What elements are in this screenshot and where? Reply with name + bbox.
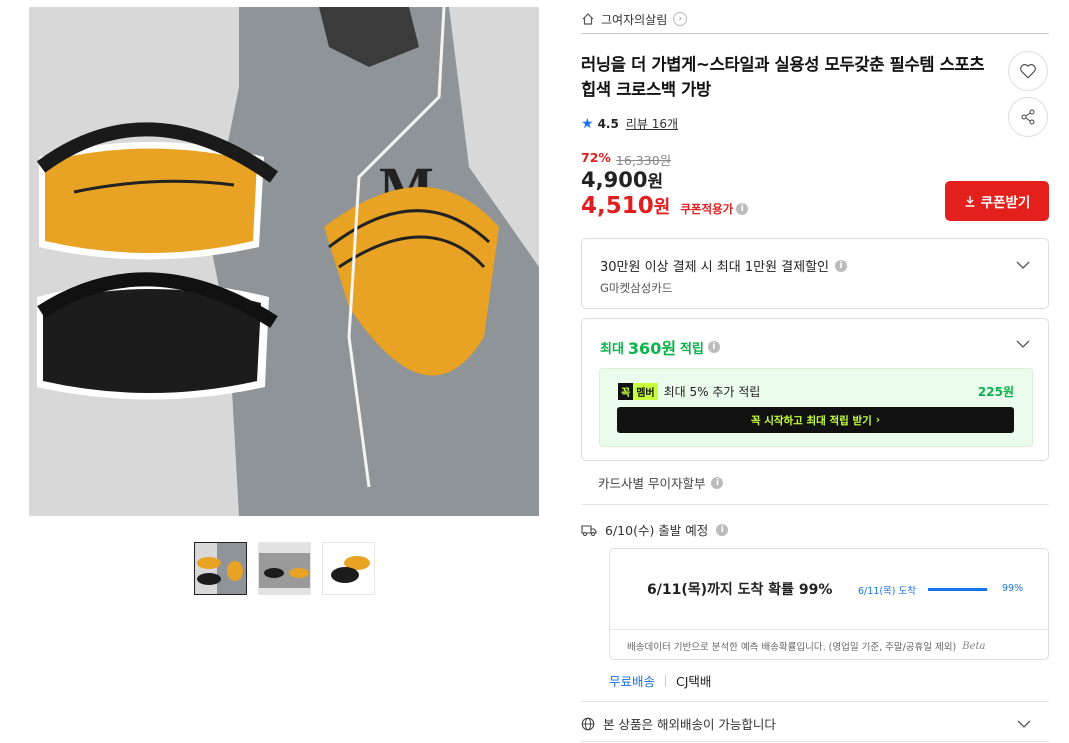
chevron-down-icon[interactable] [1016,258,1030,272]
points-suffix: 적립 [680,341,704,357]
thumbnail-2[interactable] [258,542,311,595]
info-icon[interactable]: i [707,341,720,353]
globe-icon [581,717,595,730]
coupon-download-button[interactable]: 쿠폰받기 [945,181,1049,221]
sale-price: 4,900원 [581,167,663,192]
thumbnail-1[interactable] [194,542,247,595]
coupon-price: 4,510원 쿠폰적용가 i [581,193,749,219]
arrival-mini-label: 6/11(목) 도착 [858,586,916,597]
divider [581,33,1049,34]
member-join-label: 꼭 시작하고 최대 적립 받기 [750,414,872,427]
review-link[interactable]: 리뷰 16개 [626,115,678,132]
points-prefix: 최대 [600,341,624,357]
card-discount-title: 30만원 이상 결제 시 최대 1만원 결제할인 [600,260,830,275]
arrival-progress-fill [928,588,988,591]
member-benefit-text: 최대 5% 추가 적립 [663,385,761,399]
product-title: 러닝을 더 가볍게~스타일과 실용성 모두갖춘 필수템 스포츠힙색 크로스백 가… [581,55,985,99]
points-title: 최대 360원 적립 i [600,335,720,359]
overseas-shipping-label: 본 상품은 해외배송이 가능합니다 [603,717,776,732]
chevron-right-icon: › [875,414,881,426]
rating-score: 4.5 [597,116,619,131]
share-button[interactable] [1008,97,1048,137]
card-discount-title-row: 30만원 이상 결제 시 최대 1만원 결제할인 i [600,256,848,275]
divider [581,701,1049,702]
thumbnail-2-image [259,543,310,594]
info-icon: i [711,476,724,489]
download-icon [965,196,975,207]
chevron-down-icon[interactable] [1017,717,1031,731]
card-discount-subtitle: G마켓삼성카드 [600,281,673,295]
wishlist-button[interactable] [1008,51,1048,91]
member-badge-b: 멤버 [633,383,658,400]
sale-price-unit: 원 [647,172,664,192]
installment-label: 카드사별 무이자할부 [598,476,706,491]
heart-icon [1020,64,1036,79]
arrival-probability-box: 6/11(목)까지 도착 확률 99% 6/11(목) 도착 99% 배송데이터… [609,548,1049,660]
shipping-note: 배송데이터 기반으로 분석한 예측 배송확률입니다. (영업일 기준, 주말/공… [627,642,957,653]
info-icon: i [736,203,749,215]
coupon-price-value: 4,510 [581,193,654,219]
shop-link[interactable]: 그여자의살림 › [581,9,688,29]
share-icon [1021,109,1035,125]
arrival-probability: 6/11(목)까지 도착 확률 99% [647,582,833,598]
product-main-image[interactable]: M [29,7,539,516]
beta-label: Beta [962,640,986,652]
divider [665,674,667,687]
overseas-shipping-row[interactable]: 본 상품은 해외배송이 가능합니다 [581,714,1049,733]
shipping-departure-row: 6/10(수) 출발 예정 i [581,520,729,539]
points-box: 최대 360원 적립 i 꼭 멤버 최대 5% 추가 적립 225원 꼭 시작하고… [581,318,1049,461]
thumbnail-3-image [323,543,374,594]
member-benefit-row: 꼭 멤버 최대 5% 추가 적립 225원 [618,383,1014,400]
sale-price-value: 4,900 [581,168,648,192]
shipping-departure: 6/10(수) 출발 예정 [605,523,709,538]
truck-icon [581,524,597,536]
thumbnail-3[interactable] [322,542,375,595]
info-icon[interactable]: i [716,523,729,536]
member-badge: 꼭 멤버 [618,383,658,400]
arrival-percent: 99% [1002,583,1024,594]
shipping-methods: 무료배송 CJ택배 [609,671,711,690]
member-badge-a: 꼭 [618,383,634,400]
member-benefit-amount: 225원 [977,385,1014,399]
coupon-tag[interactable]: 쿠폰적용가 i [680,201,749,217]
chevron-down-icon[interactable] [1016,337,1030,351]
card-discount-box[interactable]: 30만원 이상 결제 시 최대 1만원 결제할인 i G마켓삼성카드 [581,238,1049,309]
free-shipping-label: 무료배송 [609,674,656,689]
member-benefit-panel: 꼭 멤버 최대 5% 추가 적립 225원 꼭 시작하고 최대 적립 받기 › [599,368,1033,447]
carrier-label: CJ택배 [676,674,712,689]
coupon-price-unit: 원 [653,197,671,218]
home-icon [582,13,594,25]
points-amount: 360원 [627,339,677,358]
coupon-tag-label: 쿠폰적용가 [680,202,734,216]
coupon-button-label: 쿠폰받기 [980,195,1031,211]
product-photo-illustration: M [29,7,539,516]
shipping-note-row: 배송데이터 기반으로 분석한 예측 배송확률입니다. (영업일 기준, 주말/공… [627,639,986,654]
member-join-button[interactable]: 꼭 시작하고 최대 적립 받기 › [617,407,1014,433]
rating-row: ★ 4.5 리뷰 16개 [581,115,678,132]
chevron-right-icon: › [673,12,688,26]
thumbnail-1-image [195,543,246,594]
installment-row[interactable]: 카드사별 무이자할부 i [598,473,724,492]
star-icon: ★ [581,115,594,132]
shop-name: 그여자의살림 [601,12,668,27]
divider [610,629,1048,630]
arrival-progress-bar [928,588,988,591]
divider [581,504,1049,505]
divider [581,741,1049,742]
info-icon[interactable]: i [835,259,848,272]
thumbnail-strip [194,542,375,595]
